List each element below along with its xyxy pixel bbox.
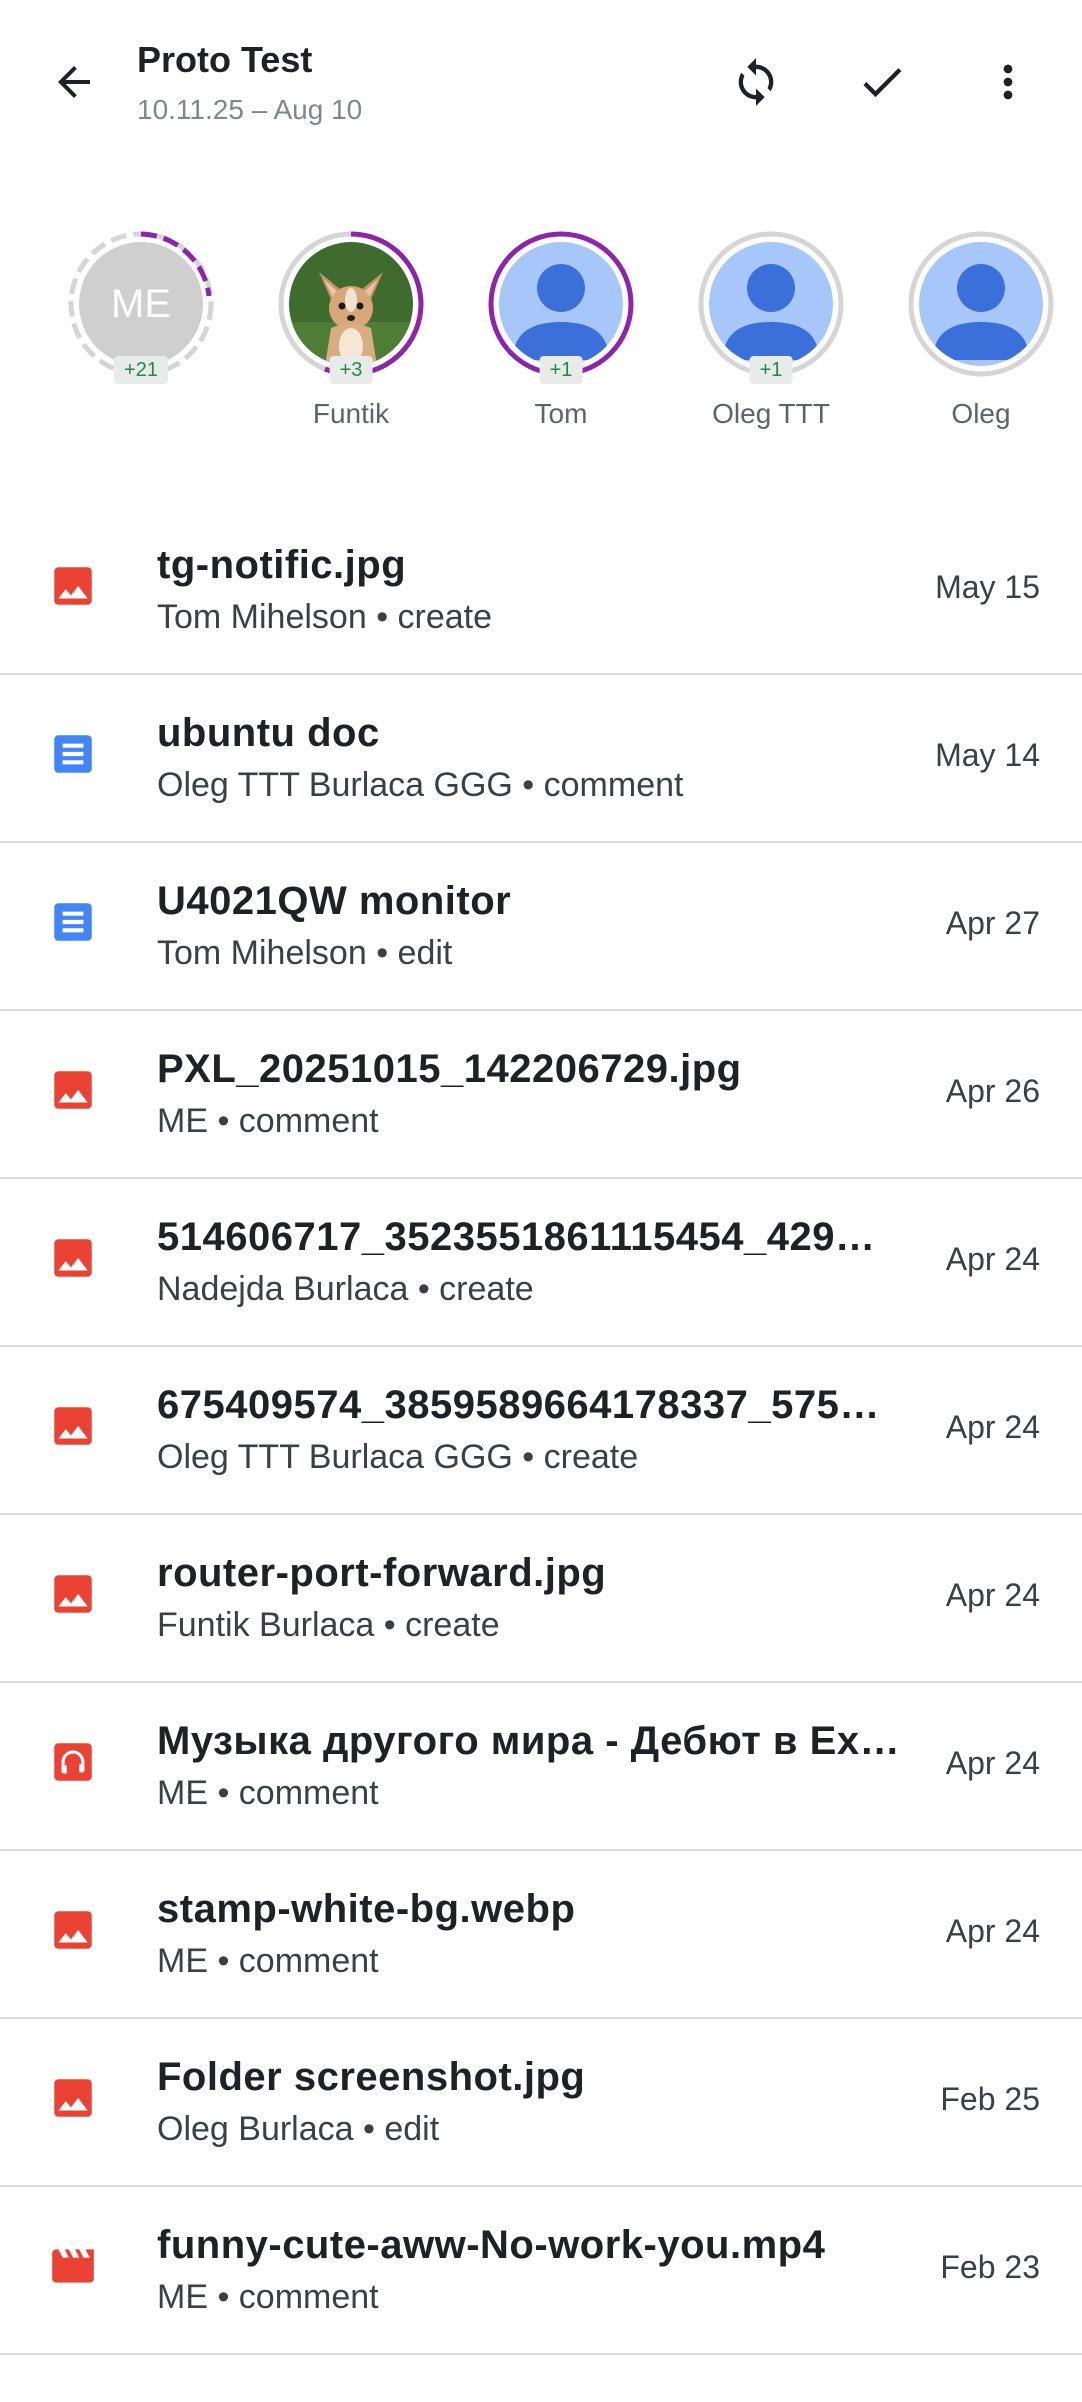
image-icon (48, 1569, 98, 1619)
file-name: tg-notific.jpg (157, 543, 407, 587)
person-icon (513, 264, 609, 360)
list-item[interactable]: 514606717_3523551861115454_429… Nadejda … (0, 1179, 1082, 1347)
file-activity: Nadejda Burlaca • create (157, 1270, 534, 1308)
image-icon (48, 1233, 98, 1283)
file-name: funny-cute-aww-No-work-you.mp4 (157, 2223, 826, 2267)
file-date: May 15 (935, 569, 1040, 605)
audio-icon (48, 1737, 98, 1787)
list-item[interactable]: Folder screenshot.jpg Oleg Burlaca • edi… (0, 2019, 1082, 2187)
count-badge: +21 (114, 356, 168, 384)
file-activity: Tom Mihelson • create (157, 598, 493, 636)
back-button[interactable] (44, 52, 104, 112)
count-badge: +3 (329, 356, 373, 384)
file-activity: Funtik Burlaca • create (157, 1606, 500, 1644)
count-badge: +1 (539, 356, 583, 384)
list-item[interactable]: 675409574_3859589664178337_575… Oleg TTT… (0, 1347, 1082, 1515)
default-avatar (919, 242, 1043, 366)
default-avatar (499, 242, 623, 366)
participant-me[interactable]: ME +21 (56, 222, 226, 442)
count-badge: +1 (749, 356, 793, 384)
participant-funtik[interactable]: +3 Funtik (266, 222, 436, 442)
file-activity: Oleg Burlaca • edit (157, 2110, 440, 2148)
arrow-back-icon (58, 66, 90, 98)
page-title: Proto Test (137, 39, 313, 80)
title-block: Proto Test 10.11.25 – Aug 10 (137, 38, 362, 128)
participant-name: Funtik (312, 398, 390, 429)
list-item[interactable]: ubuntu doc Oleg TTT Burlaca GGG • commen… (0, 675, 1082, 843)
participant-oleg[interactable]: Oleg (896, 222, 1066, 442)
mark-read-button[interactable] (852, 52, 912, 112)
file-name: Музыка другого мира - Дебют в Ex… (157, 1719, 901, 1763)
avatar-initials: ME (79, 242, 203, 366)
file-date: Apr 24 (945, 1745, 1040, 1781)
file-name: stamp-white-bg.webp (157, 1887, 576, 1931)
sync-icon (738, 58, 774, 106)
image-icon (48, 1905, 98, 1955)
file-name: 675409574_3859589664178337_575… (157, 1383, 880, 1427)
file-activity: ME • comment (157, 2278, 379, 2316)
date-range: 10.11.25 – Aug 10 (137, 94, 363, 125)
file-date: Apr 24 (945, 1577, 1040, 1613)
file-activity: ME • comment (157, 1102, 379, 1140)
participant-name: Tom (534, 398, 588, 429)
file-date: Apr 24 (945, 1913, 1040, 1949)
image-icon (48, 561, 98, 611)
participant-oleg-ttt[interactable]: +1 Oleg TTT (686, 222, 856, 442)
check-icon (863, 68, 902, 98)
file-name: router-port-forward.jpg (157, 1551, 607, 1595)
list-item[interactable]: Музыка другого мира - Дебют в Ex… ME • c… (0, 1683, 1082, 1851)
list-item[interactable]: funny-cute-aww-No-work-you.mp4 ME • comm… (0, 2187, 1082, 2355)
file-name: PXL_20251015_142206729.jpg (157, 1047, 742, 1091)
file-date: Apr 24 (945, 1409, 1040, 1445)
person-icon (933, 264, 1029, 360)
participant-name: Oleg TTT (712, 398, 830, 429)
default-avatar (709, 242, 833, 366)
file-date: Feb 23 (940, 2249, 1040, 2285)
avatar (907, 230, 1055, 378)
file-name: 514606717_3523551861115454_429… (157, 1215, 876, 1259)
file-name: U4021QW monitor (157, 879, 512, 923)
image-icon (48, 1401, 98, 1451)
file-activity: ME • comment (157, 1942, 379, 1980)
more-vert-icon (1003, 64, 1013, 100)
list-item[interactable]: U4021QW monitor Tom Mihelson • edit Apr … (0, 843, 1082, 1011)
dog-photo-avatar (289, 242, 413, 366)
image-icon (48, 1065, 98, 1115)
top-app-bar: Proto Test 10.11.25 – Aug 10 (0, 0, 1082, 170)
participant-tom[interactable]: +1 Tom (476, 222, 646, 442)
file-date: Apr 24 (945, 1241, 1040, 1277)
file-activity: Oleg TTT Burlaca GGG • comment (157, 766, 684, 804)
person-icon (723, 264, 819, 360)
file-activity: Tom Mihelson • edit (157, 934, 453, 972)
video-icon (48, 2241, 98, 2291)
file-activity: Oleg TTT Burlaca GGG • create (157, 1438, 639, 1476)
doc-icon (48, 729, 98, 779)
file-name: Folder screenshot.jpg (157, 2055, 586, 2099)
participants-row: ME +21 +3 Funtik +1 Tom +1 Oleg TTT Oleg (0, 222, 1082, 442)
file-date: Feb 25 (940, 2081, 1040, 2117)
more-options-button[interactable] (978, 52, 1038, 112)
list-item[interactable]: stamp-white-bg.webp ME • comment Apr 24 (0, 1851, 1082, 2019)
dog-icon (289, 242, 413, 366)
file-date: Apr 26 (945, 1073, 1040, 1109)
doc-icon (48, 897, 98, 947)
list-item[interactable]: router-port-forward.jpg Funtik Burlaca •… (0, 1515, 1082, 1683)
file-name: ubuntu doc (157, 711, 380, 755)
sync-button[interactable] (726, 52, 786, 112)
file-activity: ME • comment (157, 1774, 379, 1812)
activity-file-list: tg-notific.jpg Tom Mihelson • create May… (0, 507, 1082, 2355)
file-date: May 14 (935, 737, 1040, 773)
list-item[interactable]: PXL_20251015_142206729.jpg ME • comment … (0, 1011, 1082, 1179)
list-item[interactable]: tg-notific.jpg Tom Mihelson • create May… (0, 507, 1082, 675)
participant-name: Oleg (951, 398, 1011, 429)
file-date: Apr 27 (945, 905, 1040, 941)
image-icon (48, 2073, 98, 2123)
